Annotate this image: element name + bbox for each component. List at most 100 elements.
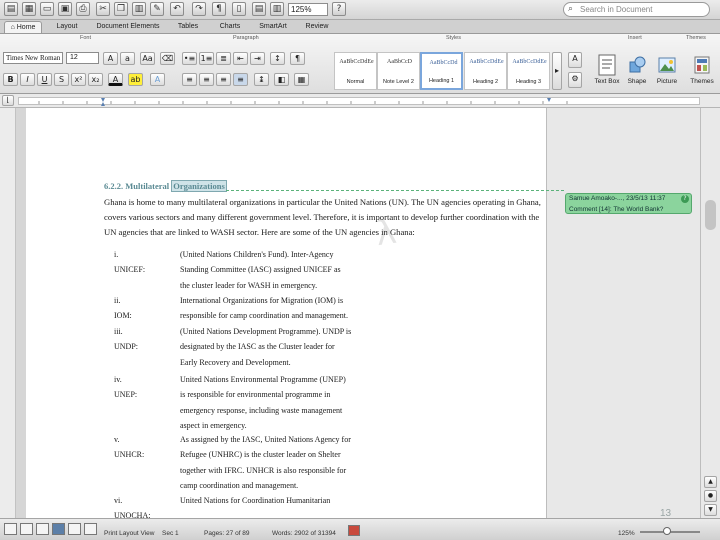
borders-icon[interactable]: ▦ (294, 73, 309, 86)
numbering-icon[interactable]: 1≡ (199, 52, 214, 65)
search-input[interactable]: ⌕ Search in Document (563, 2, 710, 17)
picture-icon (658, 57, 676, 73)
style-heading-2[interactable]: AaBbCcDdEe Heading 2 (464, 52, 507, 90)
open-folder-icon[interactable]: ▭ (40, 2, 54, 16)
zoom-slider-knob[interactable] (663, 527, 671, 535)
style-normal[interactable]: AaBbCcDdEe Normal (334, 52, 377, 90)
browse-object-icon[interactable]: ● (704, 490, 717, 502)
text-box-icon (598, 54, 616, 76)
print-icon[interactable]: ⎙ (76, 2, 90, 16)
pilcrow-icon[interactable]: ¶ (212, 2, 226, 16)
align-right-icon[interactable]: ≡ (216, 73, 231, 86)
shape-button[interactable]: Shape (622, 52, 652, 90)
increase-indent-icon[interactable]: ⇥ (250, 52, 265, 65)
superscript-icon[interactable]: x² (71, 73, 86, 86)
section-heading[interactable]: 6.2.2. Multilateral Organizations (104, 180, 227, 192)
draft-view-icon[interactable] (4, 523, 17, 535)
previous-page-icon[interactable]: ▲ (704, 476, 717, 488)
sidebar-panel-icon[interactable]: ▯ (232, 2, 246, 16)
columns-icon[interactable]: ▥ (270, 2, 284, 16)
cut-icon[interactable]: ✂ (96, 2, 110, 16)
undo-icon[interactable]: ↶ (170, 2, 184, 16)
zoom-select[interactable]: 125% (288, 3, 328, 16)
ruler-strip[interactable] (18, 97, 700, 106)
close-comment-icon[interactable]: ? (681, 195, 689, 203)
words-indicator[interactable]: Words: 2902 of 31394 (272, 530, 336, 537)
themes-icon (694, 56, 710, 74)
print-layout-view-icon[interactable] (52, 523, 65, 535)
paste-icon[interactable]: ▥ (132, 2, 146, 16)
bullets-icon[interactable]: •≡ (182, 52, 197, 65)
italic-icon[interactable]: I (20, 73, 35, 86)
font-color-icon[interactable]: A (108, 73, 123, 86)
shading-icon[interactable]: ◧ (274, 73, 289, 86)
full-screen-view-icon[interactable] (84, 523, 97, 535)
show-formatting-icon[interactable]: ¶ (290, 52, 305, 65)
help-icon[interactable]: ? (332, 2, 346, 16)
comments-pane (547, 108, 700, 518)
spelling-status-icon[interactable] (348, 525, 360, 536)
commented-text[interactable]: Organizations (171, 180, 227, 192)
group-label-paragraph: Paragraph (233, 35, 259, 41)
document-page[interactable]: λ 6.2.2. Multilateral Organizations Ghan… (26, 108, 547, 528)
tab-smartart[interactable]: SmartArt (252, 21, 294, 33)
redo-icon[interactable]: ↷ (192, 2, 206, 16)
notebook-view-icon[interactable] (68, 523, 81, 535)
comment-author: Samue Amoako-..., 23/5/13 11:37 (569, 195, 666, 202)
line-spacing-icon[interactable]: ↨ (254, 73, 269, 86)
grow-font-icon[interactable]: A (103, 52, 118, 65)
next-page-icon[interactable]: ▼ (704, 504, 717, 516)
outline-view-icon[interactable] (20, 523, 33, 535)
tab-tables[interactable]: Tables (170, 21, 206, 33)
group-label-font: Font (80, 35, 92, 41)
decrease-indent-icon[interactable]: ⇤ (233, 52, 248, 65)
tab-charts[interactable]: Charts (212, 21, 248, 33)
new-document-icon[interactable]: ▦ (22, 2, 36, 16)
text-effects-icon[interactable]: A (150, 73, 165, 86)
styles-scroll-icon[interactable]: ▸ (552, 52, 562, 90)
style-note-level-2[interactable]: AaBbCcD Note Level 2 (377, 52, 420, 90)
sort-icon[interactable]: ↕ (270, 52, 285, 65)
underline-icon[interactable]: U (37, 73, 52, 86)
scrollbar-thumb[interactable] (705, 200, 716, 230)
manage-styles-icon[interactable]: ⚙ (568, 72, 582, 88)
highlight-icon[interactable]: ab (128, 73, 143, 86)
table-icon[interactable]: ▤ (252, 2, 266, 16)
styles-pane-icon[interactable]: A (568, 52, 582, 68)
copy-icon[interactable]: ❐ (114, 2, 128, 16)
format-painter-icon[interactable]: ✎ (150, 2, 164, 16)
style-heading-1[interactable]: AaBbCcDd Heading 1 (420, 52, 463, 90)
tab-home[interactable]: ⌂ Home (4, 21, 42, 33)
shrink-font-icon[interactable]: a (120, 52, 135, 65)
clear-formatting-icon[interactable]: ⌫ (160, 52, 175, 65)
align-left-icon[interactable]: ≡ (182, 73, 197, 86)
zoom-level: 125% (618, 530, 635, 537)
comment-text[interactable]: Comment [14]: The World Bank? (569, 206, 663, 213)
picture-button[interactable]: Picture (652, 52, 682, 90)
group-label-styles: Styles (446, 35, 461, 41)
strikethrough-icon[interactable]: S (54, 73, 69, 86)
font-name-select[interactable]: Times New Roman (3, 52, 63, 64)
pages-indicator[interactable]: Pages: 27 of 89 (204, 530, 250, 537)
tab-stop-selector-icon[interactable]: ⌊ (2, 95, 14, 106)
intro-paragraph[interactable]: Ghana is home to many multilateral organ… (104, 195, 544, 240)
sidebar-toggle-icon[interactable]: ▤ (4, 2, 18, 16)
text-box-button[interactable]: Text Box (592, 52, 622, 90)
bold-icon[interactable]: B (3, 73, 18, 86)
subscript-icon[interactable]: x₂ (88, 73, 103, 86)
justify-icon[interactable]: ≡ (233, 73, 248, 86)
tab-review[interactable]: Review (300, 21, 334, 33)
tab-document-elements[interactable]: Document Elements (92, 21, 164, 33)
font-size-select[interactable]: 12 (66, 52, 99, 64)
tab-layout[interactable]: Layout (48, 21, 86, 33)
horizontal-ruler[interactable]: ⌊ (0, 94, 720, 108)
vertical-scrollbar[interactable]: ▲ ● ▼ (700, 108, 720, 518)
change-case-icon[interactable]: Aa (140, 52, 155, 65)
style-heading-3[interactable]: AaBbCcDdEe Heading 3 (507, 52, 550, 90)
comment-balloon[interactable]: Samue Amoako-..., 23/5/13 11:37 Comment … (565, 193, 692, 214)
align-center-icon[interactable]: ≡ (199, 73, 214, 86)
save-icon[interactable]: ▣ (58, 2, 72, 16)
publishing-view-icon[interactable] (36, 523, 49, 535)
multilevel-list-icon[interactable]: ≣ (216, 52, 231, 65)
themes-button[interactable]: Themes (686, 52, 718, 90)
